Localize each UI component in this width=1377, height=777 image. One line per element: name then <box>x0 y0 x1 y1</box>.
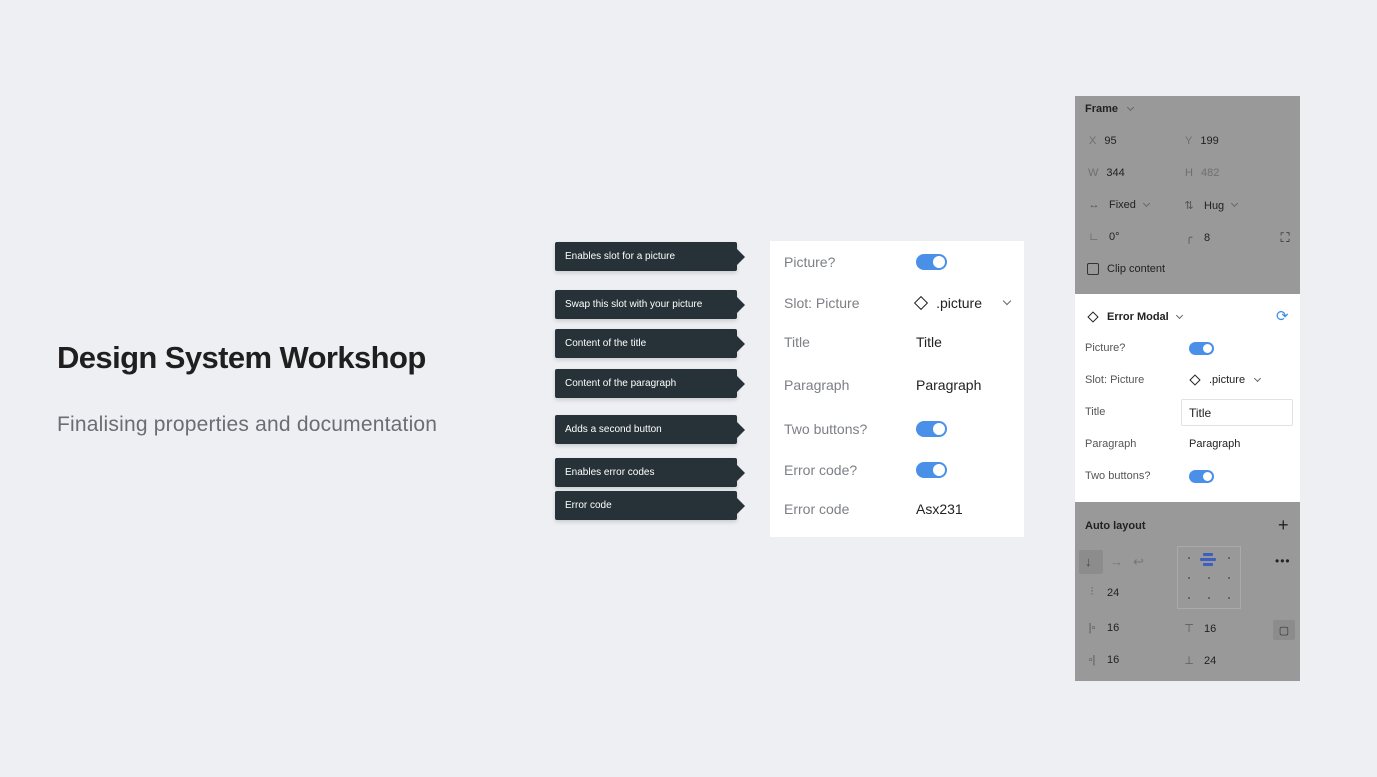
padding-right-icon: ▫| <box>1088 654 1096 666</box>
annotation-tag: Adds a second button <box>555 415 737 444</box>
paragraph-value[interactable]: Paragraph <box>916 377 1010 393</box>
corner-radius-field[interactable]: ╭ 8 <box>1182 231 1210 245</box>
annotation-tag: Content of the paragraph <box>555 369 737 398</box>
alignment-grid[interactable] <box>1177 546 1241 609</box>
prop-label: Picture? <box>784 254 836 270</box>
chevron-down-icon <box>1002 296 1012 306</box>
width-mode-dropdown[interactable]: ↔ Fixed <box>1087 199 1150 211</box>
component-diamond-icon <box>914 295 929 311</box>
alignment-indicator <box>1203 563 1213 566</box>
auto-layout-section: Auto layout + ↓ → ↩ ••• ⫶ 24 |▫ 16 ⊤ 16 … <box>1075 502 1300 681</box>
panel-two-buttons-toggle[interactable] <box>1189 470 1214 483</box>
padding-top-icon: ⊤ <box>1184 623 1194 635</box>
height-mode-dropdown[interactable]: ⇅ Hug <box>1182 199 1239 212</box>
arrow-down-icon[interactable]: ↓ <box>1085 554 1092 569</box>
annotation-tag: Enables error codes <box>555 458 737 487</box>
corner-radius-icon: ╭ <box>1185 232 1193 244</box>
y-field[interactable]: Y 199 <box>1185 135 1219 147</box>
panel-picture-row: Picture? <box>1085 342 1126 354</box>
spacing-field[interactable]: ⫶ 24 <box>1085 586 1120 599</box>
auto-layout-heading: Auto layout <box>1085 520 1146 532</box>
prop-label: Title <box>784 334 810 350</box>
frame-heading[interactable]: Frame <box>1085 103 1135 115</box>
chevron-down-icon <box>1254 374 1262 382</box>
chevron-down-icon <box>1126 103 1135 111</box>
padding-bottom-field[interactable]: ⊥ 24 <box>1182 654 1216 668</box>
add-icon[interactable]: + <box>1278 515 1289 536</box>
panel-two-buttons-row: Two buttons? <box>1085 470 1151 482</box>
w-field[interactable]: W 344 <box>1088 167 1125 179</box>
x-field[interactable]: X 95 <box>1089 135 1117 147</box>
panel-slot-row: Slot: Picture <box>1085 374 1145 386</box>
chevron-down-icon <box>1231 199 1239 208</box>
panel-slot-dropdown[interactable]: .picture <box>1189 374 1262 386</box>
checkbox-icon <box>1087 263 1099 275</box>
error-code-value[interactable]: Asx231 <box>916 501 1010 517</box>
chevron-down-icon <box>1175 311 1183 319</box>
padding-top-field[interactable]: ⊤ 16 <box>1182 622 1216 636</box>
slide-title: Design System Workshop <box>57 340 426 375</box>
annotation-tag: Swap this slot with your picture <box>555 290 737 319</box>
component-section: Error Modal ⟳ Picture? Slot: Picture .pi… <box>1075 294 1300 502</box>
component-diamond-icon <box>1087 311 1099 323</box>
two-buttons-toggle[interactable] <box>916 421 947 437</box>
prop-row-error-code-toggle: Error code? <box>784 458 1010 482</box>
prop-label: Paragraph <box>784 377 850 393</box>
horizontal-resize-icon: ↔ <box>1088 199 1100 211</box>
inspector-panel: Frame X 95 Y 199 W 344 H 482 ↔ Fixed ⇅ H… <box>1075 96 1300 681</box>
slide-subtitle: Finalising properties and documentation <box>57 413 438 436</box>
prop-row-error-code: Error code Asx231 <box>784 497 1010 521</box>
more-options-icon[interactable]: ••• <box>1275 554 1291 568</box>
independent-corners-icon[interactable]: ⛶ <box>1278 230 1292 246</box>
panel-picture-toggle[interactable] <box>1189 342 1214 355</box>
picture-toggle[interactable] <box>916 254 947 270</box>
prop-label: Slot: Picture <box>784 295 860 311</box>
alignment-indicator <box>1200 558 1216 561</box>
arrow-right-icon[interactable]: → <box>1110 554 1123 569</box>
rotation-field[interactable]: ∟ 0° <box>1087 231 1120 243</box>
panel-title-input[interactable]: Title <box>1181 399 1293 426</box>
panel-paragraph-value[interactable]: Paragraph <box>1189 438 1240 450</box>
prop-row-picture: Picture? <box>784 250 1010 274</box>
prop-label: Error code? <box>784 462 858 478</box>
padding-left-icon: |▫ <box>1088 622 1096 634</box>
vertical-spacing-icon: ⫶ <box>1090 586 1094 598</box>
reset-sync-icon[interactable]: ⟳ <box>1276 307 1289 325</box>
padding-bottom-icon: ⊥ <box>1184 655 1194 667</box>
padding-left-field[interactable]: |▫ 16 <box>1085 622 1120 634</box>
vertical-hug-icon: ⇅ <box>1184 200 1194 212</box>
component-diamond-icon <box>1189 374 1201 386</box>
panel-title-row: Title <box>1085 406 1106 418</box>
padding-right-field[interactable]: ▫| 16 <box>1085 654 1120 666</box>
alignment-indicator <box>1203 553 1213 556</box>
component-name-dropdown[interactable]: Error Modal <box>1087 311 1183 323</box>
h-field[interactable]: H 482 <box>1185 167 1219 179</box>
title-value[interactable]: Title <box>916 334 1010 350</box>
chevron-down-icon <box>1142 199 1150 207</box>
independent-padding-icon[interactable]: ▢ <box>1273 620 1295 640</box>
annotation-tag: Enables slot for a picture <box>555 242 737 271</box>
annotation-tag: Error code <box>555 491 737 520</box>
prop-label: Error code <box>784 501 850 517</box>
prop-row-paragraph: Paragraph Paragraph <box>784 373 1010 397</box>
wrap-icon[interactable]: ↩ <box>1133 554 1144 570</box>
properties-card: Picture? Slot: Picture .picture Title Ti… <box>770 241 1024 537</box>
annotation-tag: Content of the title <box>555 329 737 358</box>
clip-content-checkbox[interactable]: Clip content <box>1087 263 1165 275</box>
slot-dropdown[interactable]: .picture <box>914 295 1012 311</box>
error-code-toggle[interactable] <box>916 462 947 478</box>
panel-paragraph-row: Paragraph <box>1085 438 1137 450</box>
frame-section: Frame X 95 Y 199 W 344 H 482 ↔ Fixed ⇅ H… <box>1075 96 1300 294</box>
rotation-icon: ∟ <box>1088 231 1100 243</box>
slot-value: .picture <box>936 295 982 311</box>
prop-row-slot: Slot: Picture .picture <box>784 291 1012 315</box>
prop-label: Two buttons? <box>784 421 868 437</box>
prop-row-title: Title Title <box>784 330 1010 354</box>
prop-row-two-buttons: Two buttons? <box>784 417 1010 441</box>
